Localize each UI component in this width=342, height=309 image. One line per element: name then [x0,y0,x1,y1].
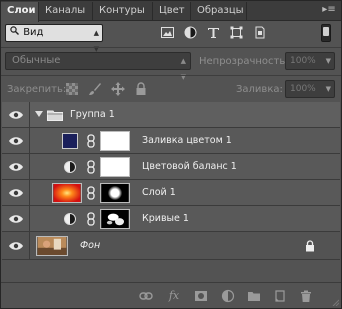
eye-icon[interactable] [8,135,24,147]
layer-name[interactable]: Цветовой баланс 1 [142,154,237,180]
layer-row-curves[interactable]: Кривые 1 [2,206,340,232]
lock-pixels-brush-icon[interactable] [88,82,102,96]
image-filter-icon[interactable] [161,26,174,39]
chain-link-icon[interactable] [86,134,96,148]
opacity-label: Непрозрачность: [199,56,289,67]
eye-icon[interactable] [8,213,24,225]
fill-label: Заливка: [236,84,283,95]
layers-list: Группа 1 Заливка цветом 1 Цветовой балан… [2,102,340,282]
layer-row-pixel[interactable]: Слой 1 [2,180,340,206]
opacity-value: 100% [290,56,316,66]
tab-channels[interactable]: Каналы [39,2,93,21]
new-layer-icon[interactable] [273,289,287,303]
fill-field[interactable]: 100% ▼ [285,80,335,98]
layer-mask-thumbnail[interactable] [100,131,130,151]
eye-icon[interactable] [8,187,24,199]
fill-color-swatch[interactable] [62,133,78,149]
layer-row-color-balance[interactable]: Цветовой баланс 1 [2,154,340,180]
layers-bottom-toolbar: fx [1,282,341,308]
layer-name[interactable]: Заливка цветом 1 [142,128,232,154]
resize-grip-icon[interactable] [331,298,339,306]
layers-panel: Слои Каналы Контуры Цвет Образцы ▸≡ Вид … [0,0,342,309]
layer-row-background[interactable]: Фон [2,232,340,260]
layer-row-fill[interactable]: Заливка цветом 1 [2,128,340,154]
chain-link-icon[interactable] [86,160,96,174]
delete-layer-icon[interactable] [299,289,313,303]
lock-icon [306,240,314,252]
chain-link-icon[interactable] [86,212,96,226]
link-layers-icon[interactable] [139,289,153,303]
adjustment-layer-icon[interactable] [64,213,76,225]
tab-color[interactable]: Цвет [153,2,191,21]
layer-row-group[interactable]: Группа 1 [2,102,340,128]
new-adjustment-icon[interactable] [221,289,235,303]
divider [1,47,341,48]
blend-mode-value: Обычные [12,55,61,66]
smart-object-filter-icon[interactable] [253,26,266,39]
blend-mode-select[interactable]: Обычные ▲ ▼ [5,52,191,81]
folder-icon [47,110,63,121]
layer-mask-thumbnail[interactable] [100,157,130,177]
layer-mask-thumbnail[interactable] [100,183,130,203]
adjustment-filter-icon[interactable] [184,26,197,39]
layer-thumbnail[interactable] [52,183,82,203]
new-group-icon[interactable] [247,289,261,303]
divider [1,75,341,76]
search-icon [10,25,20,41]
chevron-down-icon[interactable]: ▼ [326,53,331,69]
layer-name[interactable]: Группа 1 [70,102,115,128]
eye-icon[interactable] [8,161,24,173]
tab-layers[interactable]: Слои [1,2,39,22]
updown-arrow-icon: ▲ ▼ [180,57,186,81]
layer-name[interactable]: Слой 1 [142,180,176,206]
lock-label: Закрепить: [7,84,67,95]
eye-icon[interactable] [8,240,24,252]
tab-swatches[interactable]: Образцы [191,2,247,21]
tab-bar: Слои Каналы Контуры Цвет Образцы ▸≡ [1,1,341,22]
layer-name[interactable]: Фон [80,232,100,260]
add-mask-icon[interactable] [194,289,208,303]
filter-type-select[interactable]: Вид ▲ ▼ [5,24,103,53]
type-filter-icon[interactable] [207,26,220,39]
lock-position-move-icon[interactable] [111,82,125,96]
opacity-field[interactable]: 100% ▼ [285,52,335,70]
fx-icon[interactable]: fx [167,289,181,303]
filter-type-label: Вид [23,27,44,38]
lock-all-icon[interactable] [134,82,148,96]
chevron-down-icon[interactable]: ▼ [326,81,331,97]
panel-menu-icon[interactable]: ▸≡ [321,3,337,19]
tab-paths[interactable]: Контуры [93,2,153,21]
fill-value: 100% [290,84,316,94]
layer-mask-thumbnail[interactable] [100,209,130,229]
eye-icon[interactable] [8,109,24,121]
adjustment-layer-icon[interactable] [64,161,76,173]
lock-transparent-icon[interactable] [65,82,79,96]
layer-name[interactable]: Кривые 1 [142,206,189,232]
chain-link-icon[interactable] [86,186,96,200]
expand-arrow-icon[interactable] [35,111,43,117]
filter-toggle-switch[interactable] [321,24,331,42]
layer-thumbnail[interactable] [36,236,68,256]
shape-filter-icon[interactable] [230,26,243,39]
